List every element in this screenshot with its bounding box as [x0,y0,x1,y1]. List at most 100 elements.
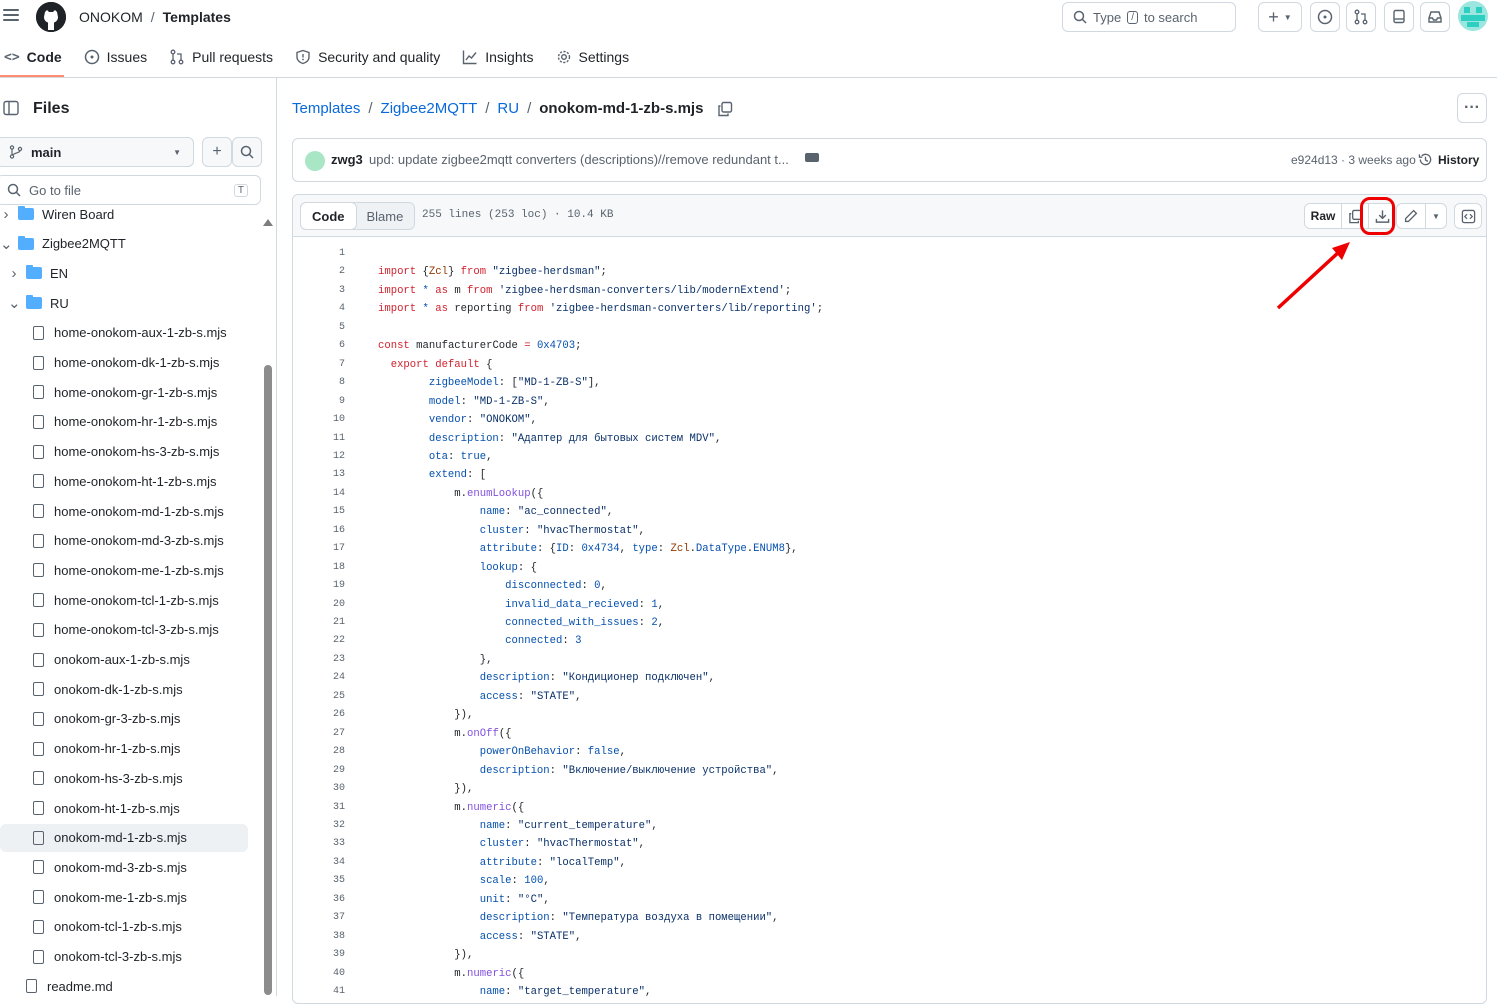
line-number[interactable]: 29 [293,762,345,780]
sidebar-scrollbar-thumb[interactable] [264,365,272,995]
expand-commit-message-icon[interactable] [805,153,819,162]
line-number[interactable]: 32 [293,817,345,835]
issues-button[interactable] [1310,2,1340,32]
tree-file[interactable]: home-onokom-tcl-3-zb-s.mjs [0,616,248,644]
line-number[interactable]: 12 [293,448,345,466]
commit-author[interactable]: zwg3 [331,152,363,167]
tree-file[interactable]: home-onokom-md-3-zb-s.mjs [0,527,248,555]
user-avatar[interactable] [1458,1,1488,31]
tree-file[interactable]: home-onokom-hr-1-zb-s.mjs [0,408,248,436]
pull-requests-button[interactable] [1346,2,1376,32]
line-number[interactable]: 39 [293,946,345,964]
tree-file[interactable]: onokom-md-1-zb-s.mjs [0,823,248,852]
commit-sha-and-time[interactable]: e924d13 · 3 weeks ago [1291,153,1416,167]
tab-security[interactable]: Security and quality [284,40,451,74]
search-files-button[interactable] [232,137,262,167]
branch-selector[interactable]: main ▼ [0,137,194,167]
tree-folder[interactable]: ⌄ Zigbee2MQTT [0,230,248,258]
chevron-down-icon[interactable]: ⌄ [0,235,13,253]
tree-file[interactable]: onokom-hs-3-zb-s.mjs [0,764,248,792]
tree-file[interactable]: onokom-tcl-1-zb-s.mjs [0,913,248,941]
line-number[interactable]: 38 [293,928,345,946]
tab-code[interactable]: <> Code [0,40,73,74]
scroll-up-arrow-icon[interactable] [263,219,273,226]
line-number[interactable]: 28 [293,743,345,761]
copy-path-icon[interactable] [717,101,733,117]
line-number[interactable]: 6 [293,337,345,355]
tree-file[interactable]: onokom-gr-3-zb-s.mjs [0,705,248,733]
commit-author-avatar[interactable] [305,151,325,171]
commit-message[interactable]: upd: update zigbee2mqtt converters (desc… [369,152,789,167]
tree-file[interactable]: home-onokom-tcl-1-zb-s.mjs [0,586,248,614]
tree-file[interactable]: home-onokom-hs-3-zb-s.mjs [0,438,248,466]
tree-file[interactable]: onokom-md-3-zb-s.mjs [0,853,248,881]
tree-file[interactable]: home-onokom-md-1-zb-s.mjs [0,497,248,525]
line-number[interactable]: 17 [293,540,345,558]
chevron-right-icon[interactable]: › [0,206,12,223]
tree-file[interactable]: onokom-dk-1-zb-s.mjs [0,675,248,703]
line-number[interactable]: 34 [293,854,345,872]
tree-file[interactable]: onokom-aux-1-zb-s.mjs [0,646,248,674]
tree-file[interactable]: onokom-ht-1-zb-s.mjs [0,794,248,822]
symbols-panel-button[interactable] [1454,203,1482,229]
line-number[interactable]: 15 [293,503,345,521]
line-number[interactable]: 35 [293,872,345,890]
github-logo-icon[interactable] [36,2,66,32]
line-number[interactable]: 31 [293,799,345,817]
breadcrumb-repo-link[interactable]: Templates [292,100,360,117]
line-number[interactable]: 1 [293,245,345,263]
tree-file[interactable]: home-onokom-dk-1-zb-s.mjs [0,349,248,377]
raw-button[interactable]: Raw [1304,203,1342,229]
chevron-right-icon[interactable]: › [8,265,20,282]
chevron-down-icon[interactable]: ⌄ [8,294,21,312]
line-number[interactable]: 33 [293,835,345,853]
inbox-button[interactable] [1420,2,1450,32]
tree-file[interactable]: onokom-tcl-3-zb-s.mjs [0,943,248,971]
line-number[interactable]: 30 [293,780,345,798]
line-number[interactable]: 36 [293,891,345,909]
tree-file[interactable]: home-onokom-aux-1-zb-s.mjs [0,319,248,347]
line-number[interactable]: 24 [293,669,345,687]
line-number[interactable]: 40 [293,965,345,983]
tree-file[interactable]: onokom-hr-1-zb-s.mjs [0,735,248,763]
tab-pull-requests[interactable]: Pull requests [158,40,284,74]
tree-file[interactable]: home-onokom-gr-1-zb-s.mjs [0,378,248,406]
line-number[interactable]: 7 [293,356,345,374]
breadcrumb-zigbee2mqtt-link[interactable]: Zigbee2MQTT [381,100,478,117]
create-new-button[interactable]: + ▼ [1258,2,1302,32]
tree-file[interactable]: onokom-me-1-zb-s.mjs [0,883,248,911]
tab-settings[interactable]: Settings [545,40,641,74]
edit-options-dropdown[interactable]: ▼ [1425,203,1447,229]
more-options-button[interactable]: ··· [1457,93,1487,123]
tree-folder[interactable]: › EN [0,259,248,287]
line-number[interactable]: 20 [293,596,345,614]
add-file-button[interactable]: + [202,137,232,167]
line-number[interactable]: 16 [293,522,345,540]
line-number[interactable]: 5 [293,319,345,337]
line-number[interactable]: 3 [293,282,345,300]
line-number[interactable]: 13 [293,466,345,484]
tree-file[interactable]: readme.md [0,972,248,996]
menu-icon[interactable] [2,6,20,24]
line-number[interactable]: 22 [293,632,345,650]
tree-folder[interactable]: ⌄ RU [0,289,248,317]
line-number[interactable]: 21 [293,614,345,632]
line-number[interactable]: 2 [293,263,345,281]
line-number[interactable]: 37 [293,909,345,927]
blame-view-button[interactable]: Blame [356,203,415,229]
history-button[interactable]: History [1418,152,1479,167]
line-number[interactable]: 8 [293,374,345,392]
edit-file-button[interactable] [1396,203,1426,229]
repositories-button[interactable] [1384,2,1414,32]
line-number[interactable]: 11 [293,430,345,448]
line-number[interactable]: 41 [293,983,345,1001]
code-view-button[interactable]: Code [300,202,357,230]
line-number[interactable]: 26 [293,706,345,724]
line-number[interactable]: 4 [293,300,345,318]
tree-file[interactable]: home-onokom-ht-1-zb-s.mjs [0,467,248,495]
line-number[interactable]: 23 [293,651,345,669]
line-number[interactable]: 10 [293,411,345,429]
line-number[interactable]: 25 [293,688,345,706]
repo-link[interactable]: Templates [163,9,231,25]
tab-issues[interactable]: Issues [73,40,158,74]
